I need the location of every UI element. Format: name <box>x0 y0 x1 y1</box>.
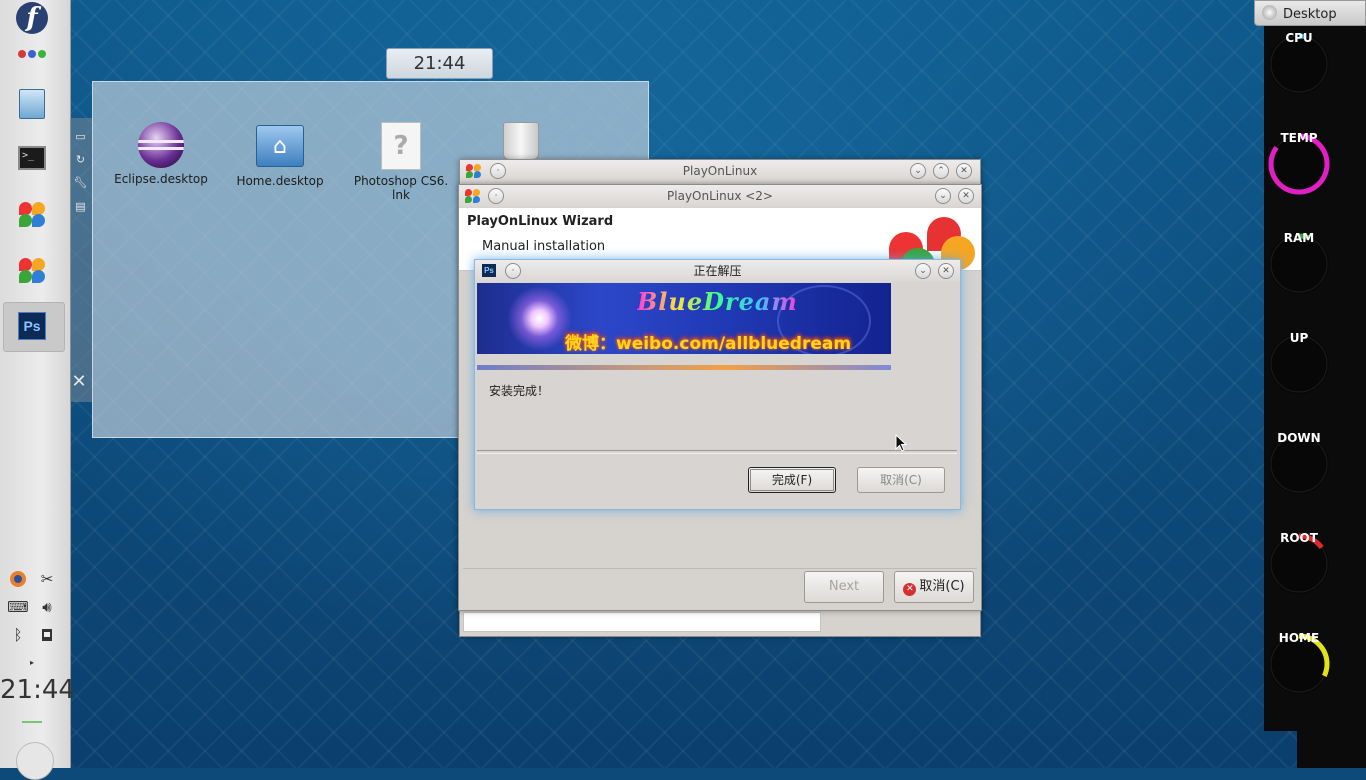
progress-bar <box>477 365 891 370</box>
photoshop-icon: Ps <box>482 264 496 277</box>
gauge-label: UP <box>1289 331 1309 345</box>
folder-view-toolbar: ▭ ↻ 🔧︎ ▤ <box>70 118 92 402</box>
gauge-label: DOWN <box>1277 431 1321 445</box>
volume-icon[interactable]: 🔊︎ <box>37 597 57 617</box>
gauge-up: UP <box>1266 331 1332 397</box>
firefox-tray-icon[interactable] <box>8 569 28 589</box>
status-field <box>463 612 821 632</box>
menu-button[interactable]: · <box>488 188 504 204</box>
close-button[interactable]: ✕ <box>958 188 974 204</box>
menu-button[interactable]: · <box>490 163 506 179</box>
item-label: Home.desktop <box>236 174 324 188</box>
fedora-logo-icon[interactable]: f <box>14 0 50 36</box>
gauge-label: CPU <box>1285 31 1313 45</box>
close-button[interactable]: ✕ <box>956 163 972 179</box>
gauge-home: HOME <box>1266 631 1332 697</box>
close-icon[interactable]: ✕ <box>70 371 88 392</box>
system-monitor-panel-tail <box>1297 730 1366 768</box>
terminal-icon[interactable]: >_ <box>14 140 50 176</box>
window-titlebar[interactable]: · PlayOnLinux <2> ⌄ ✕ <box>459 185 981 207</box>
settings-icon[interactable]: ▭ <box>73 130 88 143</box>
expand-tray-icon[interactable]: ▸ <box>22 652 42 672</box>
banner-title: BlueDream <box>637 287 798 316</box>
minimize-button[interactable]: ⌄ <box>935 188 951 204</box>
photoshop-icon[interactable]: Ps <box>14 308 50 344</box>
dialog-title: 正在解压 <box>693 264 742 278</box>
wrench-icon[interactable]: 🔧︎ <box>73 176 88 189</box>
playonlinux-icon[interactable] <box>14 196 50 232</box>
activity-indicator <box>22 721 42 723</box>
clock-tooltip: 21:44 <box>386 48 493 79</box>
desktop-item-eclipse[interactable]: Eclipse.desktop <box>106 122 216 186</box>
terminal-glyph: >_ <box>18 146 46 170</box>
close-button[interactable]: ✕ <box>938 263 954 279</box>
playonlinux-icon <box>465 188 481 204</box>
desktop-icon <box>1262 5 1277 20</box>
rotate-icon[interactable]: ↻ <box>73 153 88 166</box>
separator <box>463 568 977 569</box>
scissors-icon[interactable]: ✂ <box>37 569 57 589</box>
bluetooth-icon[interactable]: ᛒ <box>8 625 28 645</box>
desktop-item-photoshop-lnk[interactable]: ? Photoshop CS6. lnk <box>346 122 456 202</box>
gauge-root: ROOT <box>1266 531 1332 597</box>
finish-button[interactable]: 完成(F) <box>748 467 836 493</box>
window-icon[interactable]: ▤ <box>73 200 88 213</box>
menu-button[interactable]: · <box>505 263 521 279</box>
eclipse-icon <box>138 122 184 168</box>
banner-glow <box>507 286 572 351</box>
gauge-cpu: CPU <box>1266 31 1332 97</box>
home-folder-icon: ⌂ <box>256 125 304 167</box>
desktop-item-home[interactable]: ⌂ Home.desktop <box>225 122 335 188</box>
window-titlebar[interactable]: · PlayOnLinux ⌄ ⌃ ✕ <box>460 160 980 182</box>
panel-clock[interactable]: 21:44 <box>0 675 75 705</box>
cancel-icon: ✕ <box>903 583 917 596</box>
playonlinux-icon[interactable] <box>14 252 50 288</box>
extract-dialog: Ps · 正在解压 ⌄ ✕ BlueDream 微博：weibo.com/all… <box>474 259 961 510</box>
playonlinux-icon <box>466 163 482 179</box>
file-manager-icon[interactable] <box>14 86 50 122</box>
wizard-subtitle: Manual installation <box>482 239 606 254</box>
gauge-label: HOME <box>1278 631 1320 645</box>
next-button[interactable]: Next <box>804 571 884 603</box>
unknown-file-icon: ? <box>381 122 421 170</box>
dialog-titlebar[interactable]: Ps · 正在解压 ⌄ ✕ <box>475 260 960 282</box>
installer-banner: BlueDream 微博：weibo.com/allbluedream <box>477 283 891 354</box>
wizard-title: PlayOnLinux Wizard <box>467 214 614 229</box>
minimize-button[interactable]: ⌄ <box>910 163 926 179</box>
cancel-label: 取消(C) <box>919 579 965 594</box>
banner-weibo: 微博：weibo.com/allbluedream <box>565 334 852 354</box>
color-dots-icon[interactable] <box>14 36 50 72</box>
separator <box>477 450 957 454</box>
desktop-item-trash[interactable] <box>466 122 576 160</box>
gauge-down: DOWN <box>1266 431 1332 497</box>
cancel-button[interactable]: ✕ 取消(C) <box>894 571 974 603</box>
network-icon[interactable] <box>37 625 57 645</box>
maximize-button[interactable]: ⌃ <box>933 163 949 179</box>
window-title: PlayOnLinux <2> <box>667 189 773 203</box>
mouse-cursor-icon <box>895 434 907 452</box>
item-label: Photoshop CS6. lnk <box>353 174 449 202</box>
minimize-button[interactable]: ⌄ <box>915 263 931 279</box>
gauge-ram: RAM <box>1266 231 1332 297</box>
trash-icon <box>503 122 539 160</box>
gauge-label: RAM <box>1283 231 1315 245</box>
left-panel: f >_ Ps ✂ ⌨ 🔊︎ ᛒ ▸ 21:44 <box>0 0 75 780</box>
gauge-label: TEMP <box>1280 131 1318 145</box>
cancel-button[interactable]: 取消(C) <box>857 467 945 493</box>
window-title: PlayOnLinux <box>682 164 758 178</box>
gauge-temp: TEMP <box>1266 131 1332 197</box>
keyboard-icon[interactable]: ⌨ <box>7 597 29 617</box>
photoshop-label: Ps <box>18 312 46 340</box>
desktop-tab[interactable]: Desktop <box>1254 0 1366 26</box>
dashboard-button[interactable] <box>16 742 54 780</box>
item-label: Eclipse.desktop <box>114 172 208 186</box>
gauge-label: ROOT <box>1280 531 1318 545</box>
desktop-tab-label: Desktop <box>1283 7 1337 22</box>
status-text: 安装完成！ <box>489 384 550 398</box>
